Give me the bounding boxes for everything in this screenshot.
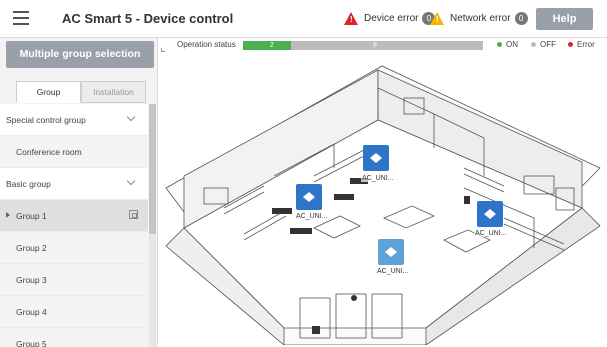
error-dot-icon xyxy=(568,42,573,47)
ac-unit-label: AC_UNI... xyxy=(376,268,410,275)
tree-item-label: Conference room xyxy=(16,147,82,157)
tree-item-group-3[interactable]: Group 3 xyxy=(0,264,148,296)
tree-item-label: Group 4 xyxy=(16,307,47,317)
off-dot-icon xyxy=(531,42,536,47)
ac-unit-label: AC_UNI... xyxy=(361,175,395,182)
sidebar-tabs: Group Installation xyxy=(16,81,146,103)
tree-item-group-5[interactable]: Group 5 xyxy=(0,328,148,347)
network-error-indicator[interactable]: ! Network error 0 xyxy=(430,9,528,27)
device-error-indicator[interactable]: ! Device error 0 xyxy=(344,9,436,27)
legend-error-label: Error xyxy=(577,40,595,49)
network-error-label: Network error xyxy=(450,12,511,24)
status-on-fill xyxy=(243,41,291,50)
tree-item-label: Special control group xyxy=(6,115,86,125)
legend-off: OFF xyxy=(531,40,556,49)
floor-plan-view[interactable]: AC_UNI... AC_UNI... AC_UNI... AC_UNI... xyxy=(164,58,602,346)
sidebar-scrollbar[interactable] xyxy=(149,104,156,347)
operation-status-track: 2 8 xyxy=(243,41,483,50)
status-on-count: 2 xyxy=(270,42,274,49)
tab-installation[interactable]: Installation xyxy=(81,81,146,103)
sidebar: Multiple group selection Group Installat… xyxy=(0,38,158,347)
collapse-handle-icon[interactable] xyxy=(161,48,165,52)
operation-status-label: Operation status xyxy=(177,40,236,49)
scrollbar-thumb[interactable] xyxy=(149,104,156,234)
device-error-label: Device error xyxy=(364,12,419,24)
ceiling-cassette-icon xyxy=(385,247,397,257)
tree-item-group-1[interactable]: Group 1 xyxy=(0,200,148,232)
tab-group[interactable]: Group xyxy=(16,81,81,103)
tree-item-label: Group 1 xyxy=(16,211,47,221)
ceiling-cassette-icon xyxy=(303,192,315,202)
legend-off-label: OFF xyxy=(540,40,556,49)
legend-on: ON xyxy=(497,40,518,49)
ac-unit-label: AC_UNI... xyxy=(474,230,508,237)
device-error-icon: ! xyxy=(344,11,358,25)
tree-item-label: Group 3 xyxy=(16,275,47,285)
hamburger-menu-icon[interactable] xyxy=(13,11,29,25)
caret-right-icon xyxy=(6,212,10,218)
group-settings-icon[interactable] xyxy=(129,210,138,219)
on-dot-icon xyxy=(497,42,502,47)
tree-item-label: Basic group xyxy=(6,179,51,189)
ac-unit-icon[interactable] xyxy=(363,145,389,171)
help-button[interactable]: Help xyxy=(536,8,593,30)
tree-item-special-control-group[interactable]: Special control group xyxy=(0,104,148,136)
status-off-count: 8 xyxy=(373,42,377,49)
ac-unit-icon[interactable] xyxy=(296,184,322,210)
ac-unit-icon[interactable] xyxy=(378,239,404,265)
chevron-down-icon xyxy=(126,176,136,186)
ceiling-cassette-icon xyxy=(484,209,496,219)
tree-item-label: Group 5 xyxy=(16,339,47,347)
chevron-down-icon xyxy=(126,112,136,122)
legend-on-label: ON xyxy=(506,40,518,49)
operation-status-bar: Operation status 2 8 ON OFF Error xyxy=(168,40,595,51)
tree-item-basic-group[interactable]: Basic group xyxy=(0,168,148,200)
legend-error: Error xyxy=(568,40,595,49)
tree-item-group-4[interactable]: Group 4 xyxy=(0,296,148,328)
ac-unit-label: AC_UNI... xyxy=(295,213,329,220)
tree-item-label: Group 2 xyxy=(16,243,47,253)
multiple-group-selection-button[interactable]: Multiple group selection xyxy=(6,41,154,68)
network-warning-icon: ! xyxy=(430,11,444,25)
ac-unit-icon[interactable] xyxy=(477,201,503,227)
app-title: AC Smart 5 - Device control xyxy=(62,11,234,26)
tree-item-group-2[interactable]: Group 2 xyxy=(0,232,148,264)
tree-item-conference-room[interactable]: Conference room xyxy=(0,136,148,168)
app-header: AC Smart 5 - Device control ! Device err… xyxy=(0,0,607,38)
network-error-count: 0 xyxy=(514,11,528,25)
floor-plan-drawing xyxy=(165,65,601,346)
ceiling-cassette-icon xyxy=(370,153,382,163)
group-tree: Special control group Conference room Ba… xyxy=(0,104,148,347)
